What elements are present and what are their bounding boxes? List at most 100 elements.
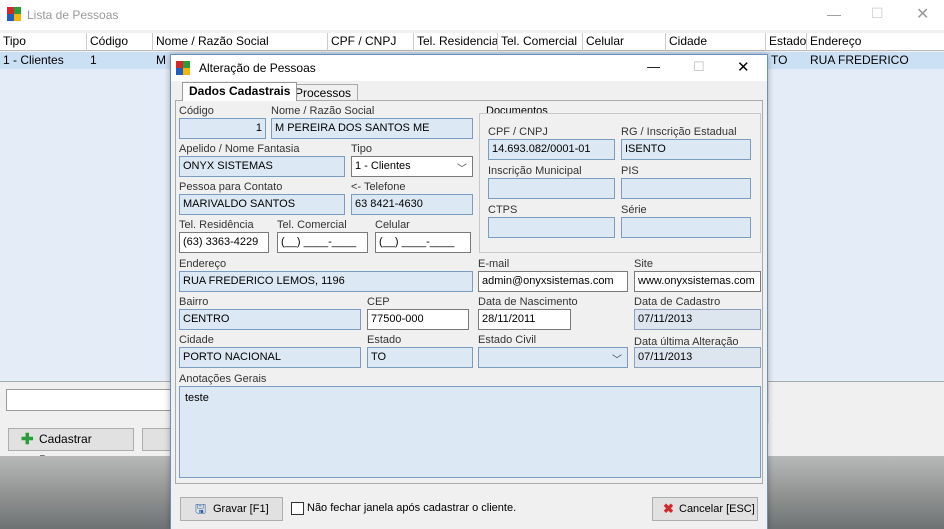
tab-panel: Código 1 Nome / Razão Social M PEREIRA D… <box>175 100 763 484</box>
cell-estado: TO <box>771 53 788 67</box>
tel-res-label: Tel. Residência <box>179 219 254 231</box>
nome-label: Nome / Razão Social <box>271 105 375 117</box>
plus-icon: ✚ <box>21 431 34 448</box>
nascimento-field[interactable]: 28/11/2011 <box>478 309 571 330</box>
bairro-label: Bairro <box>179 296 209 308</box>
tipo-select[interactable]: 1 - Clientes ﹀ <box>351 156 473 177</box>
tipo-label: Tipo <box>351 143 372 155</box>
pis-label: PIS <box>621 165 639 177</box>
cadastro-field: 07/11/2013 <box>634 309 761 330</box>
rg-label: RG / Inscrição Estadual <box>621 126 737 138</box>
dialog-maximize-icon[interactable]: ☐ <box>693 59 705 75</box>
endereco-field[interactable]: RUA FREDERICO LEMOS, 1196 <box>179 271 473 292</box>
column-header-nome[interactable]: Nome / Razão Social <box>153 33 328 51</box>
maximize-icon[interactable]: ☐ <box>871 5 884 22</box>
site-label: Site <box>634 258 653 270</box>
anotacoes-label: Anotações Gerais <box>179 373 267 385</box>
column-header-cpf[interactable]: CPF / CNPJ <box>328 33 414 51</box>
estado-field[interactable]: TO <box>367 347 473 368</box>
alteracao-field: 07/11/2013 <box>634 347 761 368</box>
cpf-label: CPF / CNPJ <box>488 126 548 138</box>
apelido-field[interactable]: ONYX SISTEMAS <box>179 156 345 177</box>
endereco-label: Endereço <box>179 258 227 270</box>
bg-window-title: Lista de Pessoas <box>27 8 119 22</box>
tab-dados-cadastrais[interactable]: Dados Cadastrais <box>182 82 298 101</box>
site-field[interactable]: www.onyxsistemas.com <box>634 271 761 292</box>
edit-button[interactable] <box>142 428 172 451</box>
dialog-minimize-icon[interactable]: — <box>647 59 660 74</box>
apelido-label: Apelido / Nome Fantasia <box>179 143 300 155</box>
tipo-value: 1 - Clientes <box>355 160 411 172</box>
anotacoes-textarea[interactable]: teste <box>179 386 761 478</box>
close-x-icon: ✖ <box>663 501 674 516</box>
dialog-close-icon[interactable]: ✕ <box>737 58 750 76</box>
estado-civil-label: Estado Civil <box>478 334 537 346</box>
cadastro-label: Data de Cadastro <box>634 296 721 308</box>
minimize-icon[interactable]: — <box>827 6 841 22</box>
cell-tipo: 1 - Clientes <box>3 53 64 67</box>
column-header-endereco[interactable]: Endereço <box>807 33 944 51</box>
telefone-field[interactable]: 63 8421-4630 <box>351 194 473 215</box>
bg-titlebar: Lista de Pessoas — ☐ ✕ <box>0 0 944 30</box>
add-person-button[interactable]: ✚ Cadastrar Pessoa <box>8 428 134 467</box>
close-icon[interactable]: ✕ <box>916 4 929 24</box>
ctps-field[interactable] <box>488 217 615 238</box>
contato-label: Pessoa para Contato <box>179 181 283 193</box>
nascimento-label: Data de Nascimento <box>478 296 578 308</box>
save-button[interactable]: 🖫 Gravar [F1] <box>180 497 283 521</box>
column-header-tel-res[interactable]: Tel. Residencial <box>414 33 498 51</box>
codigo-label: Código <box>179 105 214 117</box>
celular-label: Celular <box>375 219 410 231</box>
column-header-tel-com[interactable]: Tel. Comercial <box>498 33 583 51</box>
dialog-title: Alteração de Pessoas <box>199 61 316 75</box>
cidade-field[interactable]: PORTO NACIONAL <box>179 347 361 368</box>
serie-label: Série <box>621 204 647 216</box>
codigo-field[interactable]: 1 <box>179 118 266 139</box>
grid-header: Tipo Código Nome / Razão Social CPF / CN… <box>0 33 944 51</box>
contato-field[interactable]: MARIVALDO SANTOS <box>179 194 345 215</box>
telefone-label: <- Telefone <box>351 181 406 193</box>
chevron-down-icon: ﹀ <box>457 164 467 175</box>
keep-open-checkbox[interactable] <box>291 502 304 515</box>
floppy-disk-icon: 🖫 <box>195 501 207 516</box>
tel-res-field[interactable]: (63) 3363-4229 <box>179 232 269 253</box>
bg-footer-strip <box>768 425 944 455</box>
tel-com-field[interactable]: (__) ____-____ <box>277 232 368 253</box>
estado-civil-select[interactable]: ﹀ <box>478 347 628 368</box>
app-icon <box>7 7 21 21</box>
email-field[interactable]: admin@onyxsistemas.com <box>478 271 628 292</box>
bg-search-area <box>768 383 944 423</box>
column-header-tipo[interactable]: Tipo <box>0 33 87 51</box>
cell-nome: M P <box>156 53 170 67</box>
edit-person-dialog: Alteração de Pessoas — ☐ ✕ Dados Cadastr… <box>170 54 768 529</box>
chevron-down-icon: ﹀ <box>612 355 622 366</box>
serie-field[interactable] <box>621 217 751 238</box>
bairro-field[interactable]: CENTRO <box>179 309 361 330</box>
cell-codigo: 1 <box>90 53 97 67</box>
cell-endereco: RUA FREDERICO <box>810 53 909 67</box>
insc-mun-label: Inscrição Municipal <box>488 165 582 177</box>
cpf-field[interactable]: 14.693.082/0001-01 <box>488 139 615 160</box>
column-header-estado[interactable]: Estado <box>766 33 807 51</box>
cancel-label: Cancelar [ESC] <box>679 503 755 515</box>
column-header-cidade[interactable]: Cidade <box>666 33 766 51</box>
tel-com-label: Tel. Comercial <box>277 219 347 231</box>
celular-field[interactable]: (__) ____-____ <box>375 232 471 253</box>
cancel-button[interactable]: ✖ Cancelar [ESC] <box>652 497 758 521</box>
keep-open-label: Não fechar janela após cadastrar o clien… <box>307 502 517 514</box>
column-header-codigo[interactable]: Código <box>87 33 153 51</box>
pis-field[interactable] <box>621 178 751 199</box>
dialog-titlebar: Alteração de Pessoas — ☐ ✕ <box>171 55 767 81</box>
column-header-celular[interactable]: Celular <box>583 33 666 51</box>
bg-search-input[interactable] <box>6 389 176 411</box>
insc-mun-field[interactable] <box>488 178 615 199</box>
cep-label: CEP <box>367 296 390 308</box>
rg-field[interactable]: ISENTO <box>621 139 751 160</box>
dialog-app-icon <box>176 61 190 75</box>
cidade-label: Cidade <box>179 334 214 346</box>
cep-field[interactable]: 77500-000 <box>367 309 469 330</box>
estado-label: Estado <box>367 334 402 346</box>
email-label: E-mail <box>478 258 510 270</box>
nome-field[interactable]: M PEREIRA DOS SANTOS ME <box>271 118 473 139</box>
ctps-label: CTPS <box>488 204 518 216</box>
